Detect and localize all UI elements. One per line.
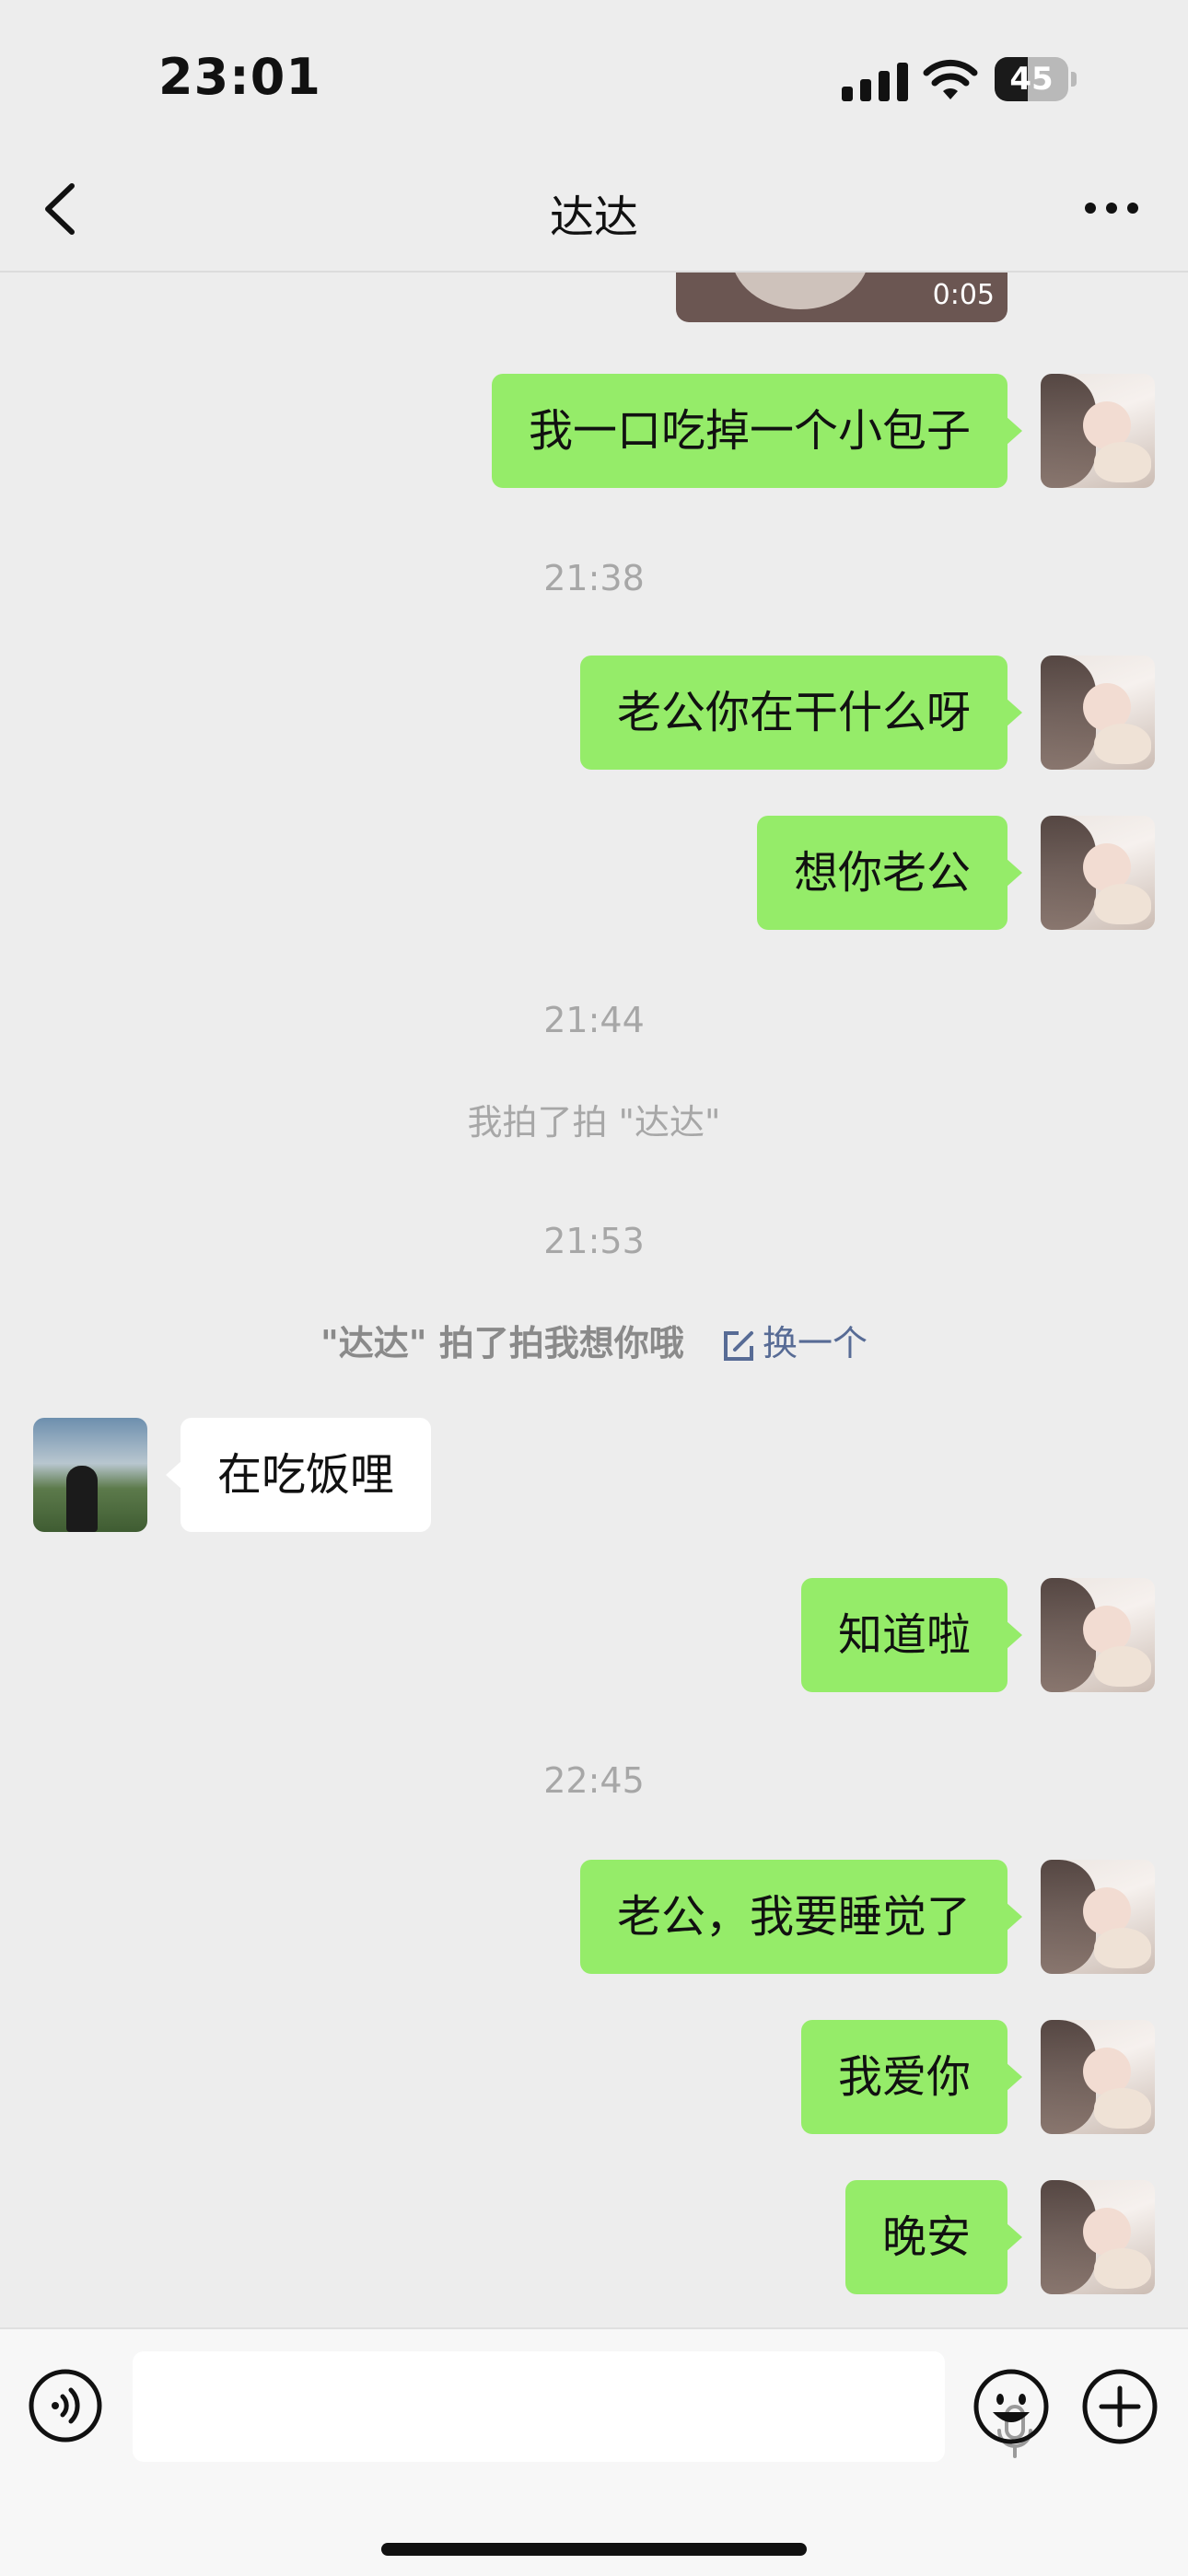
avatar-me[interactable] <box>1041 656 1155 770</box>
video-duration: 0:05 <box>932 279 995 311</box>
video-thumbnail <box>731 273 869 309</box>
battery-indicator: 45 <box>995 57 1077 101</box>
message-bubble-sent[interactable]: 晚安 <box>844 2180 1023 2294</box>
emoji-icon[interactable] <box>973 2368 1050 2445</box>
plus-icon[interactable] <box>1081 2368 1159 2445</box>
message-row: 老公，我要睡觉了 <box>0 1860 1188 1974</box>
avatar-me[interactable] <box>1041 1578 1155 1692</box>
pat-received-notice: "达达" 拍了拍我想你哦 换一个 <box>0 1315 1188 1365</box>
avatar-me[interactable] <box>1041 2020 1155 2134</box>
cellular-signal-icon <box>842 63 908 101</box>
message-row: 老公你在干什么呀 <box>0 656 1188 770</box>
timestamp: 21:44 <box>543 1000 645 1040</box>
status-time: 23:01 <box>158 48 321 106</box>
pat-received-text: "达达" 拍了拍我想你哦 <box>320 1323 684 1363</box>
message-bubble-received[interactable]: 在吃饭哩 <box>165 1418 432 1532</box>
message-row: 知道啦 <box>0 1578 1188 1692</box>
input-bar <box>0 2327 1188 2576</box>
message-bubble-sent[interactable]: 我一口吃掉一个小包子 <box>491 374 1023 488</box>
message-row: 在吃饭哩 <box>0 1418 1188 1532</box>
message-row: 我爱你 <box>0 2020 1188 2134</box>
avatar-me[interactable] <box>1041 374 1155 488</box>
battery-percent: 45 <box>1009 61 1054 98</box>
voice-icon[interactable] <box>28 2368 103 2443</box>
edit-icon <box>724 1330 754 1361</box>
avatar-contact[interactable] <box>33 1418 147 1532</box>
avatar-me[interactable] <box>1041 1860 1155 1974</box>
message-input[interactable] <box>133 2351 1032 2462</box>
message-row: 我一口吃掉一个小包子 <box>0 374 1188 488</box>
chat-title: 达达 <box>549 191 638 243</box>
system-pat-message: 我拍了拍 "达达" <box>467 1102 721 1143</box>
message-bubble-sent[interactable]: 想你老公 <box>756 816 1023 930</box>
timestamp: 21:38 <box>543 558 645 598</box>
avatar-me[interactable] <box>1041 816 1155 930</box>
avatar-me[interactable] <box>1041 2180 1155 2294</box>
more-icon[interactable] <box>1079 180 1144 236</box>
video-message[interactable]: 0:05 <box>676 273 1007 322</box>
message-row: 想你老公 <box>0 816 1188 930</box>
message-row: 晚安 <box>0 2180 1188 2294</box>
chat-area[interactable]: 0:05 我一口吃掉一个小包子 21:38 老公你在干什么呀 想你老公 21:4… <box>0 273 1188 2327</box>
nav-bar: 达达 <box>0 147 1188 273</box>
message-bubble-sent[interactable]: 老公你在干什么呀 <box>579 656 1023 770</box>
message-bubble-sent[interactable]: 知道啦 <box>800 1578 1023 1692</box>
timestamp: 21:53 <box>543 1221 645 1261</box>
timestamp: 22:45 <box>543 1760 645 1801</box>
change-pat-label: 换一个 <box>763 1323 868 1363</box>
message-bubble-sent[interactable]: 我爱你 <box>800 2020 1023 2134</box>
wifi-icon <box>923 59 978 99</box>
change-pat-link[interactable]: 换一个 <box>720 1323 868 1363</box>
message-bubble-sent[interactable]: 老公，我要睡觉了 <box>579 1860 1023 1974</box>
status-bar: 23:01 45 <box>0 0 1188 147</box>
home-indicator <box>381 2543 807 2556</box>
